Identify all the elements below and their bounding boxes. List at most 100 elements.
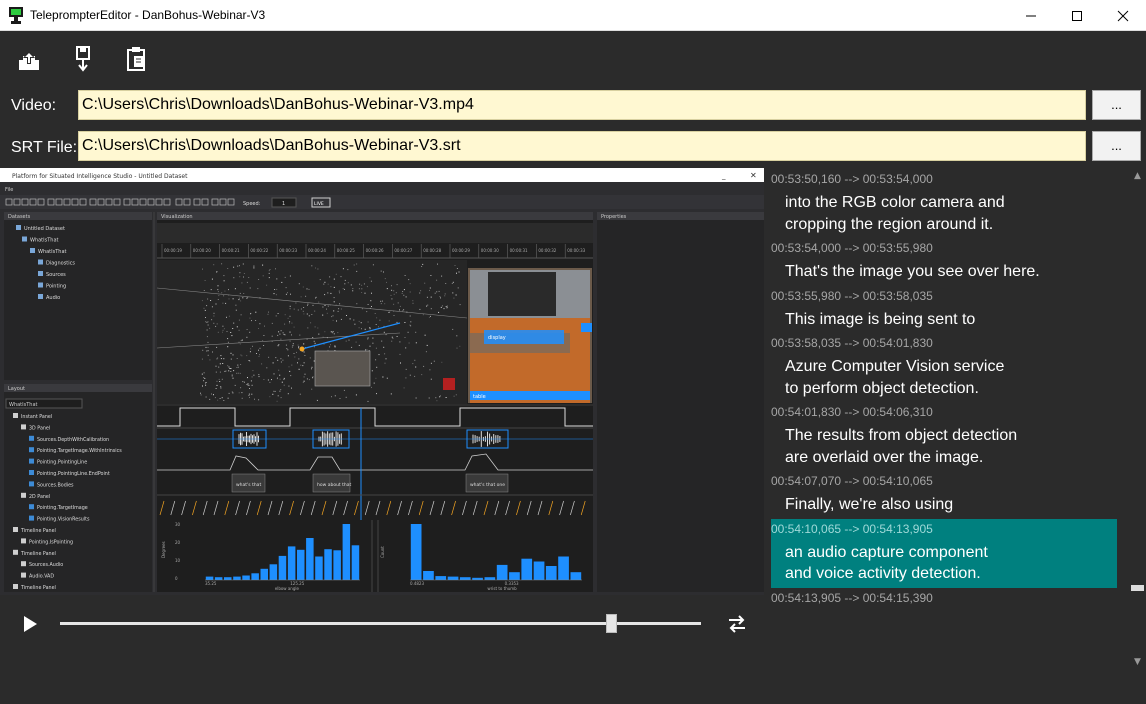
- embedded-point: [339, 398, 341, 399]
- subtitle-scrollbar[interactable]: ▲ ▼: [1129, 169, 1146, 673]
- embedded-point: [280, 358, 282, 360]
- subtitle-entry[interactable]: 00:54:13,905 --> 00:54:15,390: [767, 588, 1128, 608]
- embedded-point: [232, 328, 234, 329]
- embedded-point: [440, 306, 442, 308]
- paste-clipboard-icon[interactable]: [124, 46, 148, 72]
- embedded-histogram-ytick: 10: [175, 558, 181, 563]
- embedded-point: [409, 315, 411, 317]
- embedded-point: [207, 341, 209, 343]
- embedded-point: [238, 319, 240, 321]
- subtitle-text[interactable]: Azure Computer Vision service to perform…: [767, 353, 1128, 402]
- subtitle-entry[interactable]: 00:53:50,160 --> 00:53:54,000 into the RG…: [767, 169, 1128, 238]
- embedded-point: [317, 268, 319, 270]
- embedded-point: [382, 376, 384, 378]
- embedded-point: [206, 350, 208, 352]
- playback-slider-track[interactable]: [60, 622, 701, 625]
- subtitle-entry[interactable]: 00:53:55,980 --> 00:53:58,035 This image …: [767, 286, 1128, 334]
- embedded-point: [371, 292, 372, 294]
- subtitle-text[interactable]: into the RGB color camera and cropping t…: [767, 189, 1128, 238]
- embedded-point: [404, 322, 406, 323]
- embedded-point: [249, 317, 251, 319]
- embedded-point: [331, 396, 332, 398]
- scrollbar-thumb[interactable]: [1131, 585, 1144, 591]
- embedded-point: [311, 314, 313, 315]
- embedded-point: [268, 356, 270, 358]
- embedded-point: [318, 333, 320, 335]
- embedded-point: [238, 392, 240, 394]
- embedded-point: [348, 339, 350, 341]
- embedded-point: [263, 335, 265, 336]
- subtitle-entry[interactable]: 00:53:58,035 --> 00:54:01,830 Azure Compu…: [767, 333, 1128, 402]
- subtitle-text[interactable]: That's the image you see over here.: [767, 258, 1128, 286]
- subtitle-entry-selected[interactable]: 00:54:10,065 --> 00:54:13,905 an audio ca…: [771, 518, 1117, 588]
- subtitle-entry[interactable]: 00:54:07,070 --> 00:54:10,065 Finally, we…: [767, 471, 1128, 519]
- video-frame[interactable]: Platform for Situated Intelligence Studi…: [0, 168, 764, 595]
- embedded-point: [295, 302, 297, 304]
- embedded-histogram-bar: [521, 558, 533, 580]
- embedded-point: [415, 397, 417, 399]
- embedded-point: [319, 279, 321, 281]
- embedded-point: [337, 310, 339, 312]
- embedded-point: [206, 305, 208, 307]
- embedded-histogram-bar: [324, 549, 332, 580]
- browse-video-button[interactable]: ...: [1092, 90, 1141, 120]
- embedded-point: [342, 288, 344, 290]
- embedded-point: [203, 372, 205, 374]
- embedded-histogram-bar: [459, 577, 471, 580]
- embedded-point: [221, 397, 223, 399]
- embedded-layout-icon: [13, 584, 18, 589]
- play-icon[interactable]: [20, 614, 40, 634]
- embedded-point: [271, 335, 273, 337]
- browse-srt-button[interactable]: ...: [1092, 131, 1141, 161]
- subtitle-entry[interactable]: 00:54:01,830 --> 00:54:06,310 The results…: [767, 402, 1128, 471]
- embedded-point: [313, 360, 315, 362]
- embedded-layout-icon: [29, 447, 34, 453]
- embedded-point: [289, 331, 291, 333]
- embedded-point: [307, 303, 309, 305]
- embedded-point: [356, 263, 358, 265]
- scroll-up-arrow-icon[interactable]: ▲: [1132, 171, 1143, 183]
- embedded-point: [217, 357, 219, 359]
- embedded-point: [307, 304, 308, 306]
- embedded-point: [277, 359, 279, 361]
- minimize-button[interactable]: [1008, 0, 1054, 31]
- embedded-point: [211, 393, 212, 395]
- playback-slider-thumb[interactable]: [606, 614, 618, 633]
- embedded-point: [405, 296, 407, 298]
- embedded-layout-item: Audio.VAD: [29, 574, 54, 580]
- subtitle-text[interactable]: The results from object detection are ov…: [767, 422, 1128, 471]
- embedded-ruler-label: 00:00:33: [567, 248, 585, 253]
- embedded-point: [233, 370, 235, 372]
- embedded-ruler-label: 00:00:29: [452, 248, 470, 253]
- subtitle-text[interactable]: This image is being sent to: [767, 306, 1128, 334]
- swap-arrows-icon[interactable]: [726, 612, 748, 636]
- maximize-icon: [1072, 10, 1082, 21]
- open-upload-icon[interactable]: [17, 46, 41, 72]
- embedded-point: [306, 313, 308, 315]
- embedded-ruler-label: 00:00:23: [279, 248, 297, 253]
- video-path-field[interactable]: C:\Users\Chris\Downloads\DanBohus-Webina…: [78, 90, 1086, 120]
- embedded-point: [243, 381, 245, 383]
- embedded-point: [278, 331, 280, 333]
- embedded-point: [347, 282, 349, 284]
- subtitle-text[interactable]: an audio capture component and voice act…: [771, 539, 1117, 588]
- embedded-point: [286, 348, 288, 350]
- embedded-point: [335, 273, 337, 275]
- close-icon: [1117, 10, 1129, 21]
- srt-path-field[interactable]: C:\Users\Chris\Downloads\DanBohus-Webina…: [78, 131, 1086, 161]
- save-download-icon[interactable]: [71, 46, 95, 72]
- scroll-down-arrow-icon[interactable]: ▼: [1132, 657, 1143, 669]
- embedded-point: [426, 305, 428, 307]
- embedded-point: [358, 344, 360, 346]
- embedded-point: [238, 299, 240, 301]
- subtitle-entry[interactable]: 00:53:54,000 --> 00:53:55,980 That's the …: [767, 238, 1128, 286]
- embedded-point: [298, 358, 300, 360]
- subtitle-list[interactable]: 00:53:50,160 --> 00:53:54,000 into the RG…: [767, 169, 1128, 673]
- embedded-point: [223, 358, 225, 360]
- close-button[interactable]: [1100, 0, 1146, 31]
- maximize-button[interactable]: [1054, 0, 1100, 31]
- subtitle-text[interactable]: Finally, we're also using: [767, 491, 1128, 519]
- embedded-layout-item: 3D Panel: [29, 425, 50, 431]
- embedded-point: [206, 382, 207, 383]
- embedded-point: [312, 304, 314, 306]
